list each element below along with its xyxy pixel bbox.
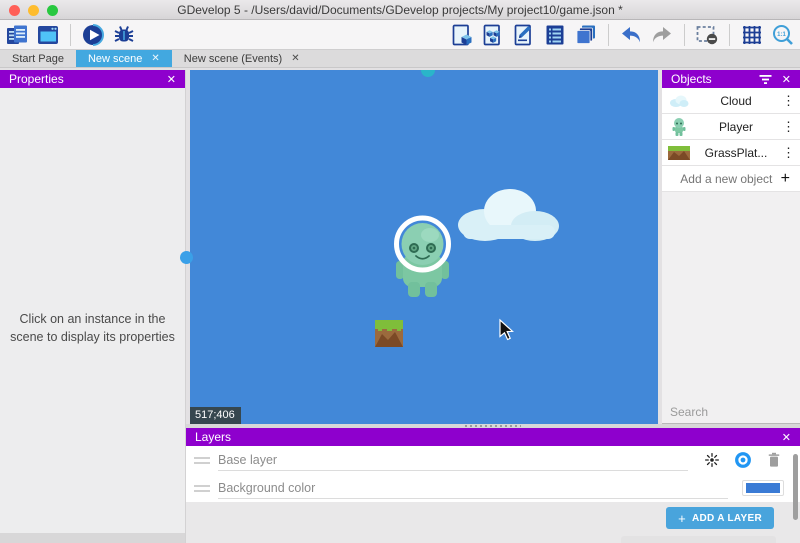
close-icon[interactable]: ✕: [782, 431, 791, 444]
object-menu-icon[interactable]: ⋮: [782, 119, 794, 135]
object-menu-icon[interactable]: ⋮: [782, 93, 794, 109]
plus-icon: +: [635, 540, 643, 543]
layer-visibility-eye-icon[interactable]: [733, 450, 753, 470]
tab-label: New scene (Events): [184, 53, 282, 65]
add-new-object-button[interactable]: Add a new object +: [662, 166, 800, 192]
object-name: Cloud: [690, 94, 782, 108]
layers-editor-icon[interactable]: [574, 23, 598, 47]
redo-icon[interactable]: [650, 23, 674, 47]
mouse-cursor: [500, 320, 513, 340]
toolbar-right-group: 1:1: [450, 23, 795, 47]
objects-editor-icon[interactable]: [450, 23, 474, 47]
add-layer-button[interactable]: + ADD A LAYER: [666, 507, 774, 529]
window-title: GDevelop 5 - /Users/david/Documents/GDev…: [177, 3, 623, 17]
close-tab-icon[interactable]: ✕: [291, 54, 299, 64]
layers-scrollbar[interactable]: [793, 454, 798, 520]
plus-icon: +: [678, 511, 686, 526]
project-manager-icon[interactable]: [5, 23, 29, 47]
scene-render: [190, 70, 658, 424]
object-name: Player: [690, 120, 782, 134]
close-icon[interactable]: ✕: [167, 73, 176, 86]
play-preview-icon[interactable]: [81, 23, 105, 47]
undo-icon[interactable]: [619, 23, 643, 47]
filter-icon[interactable]: [759, 74, 772, 85]
tab-label: Start Page: [12, 53, 64, 65]
properties-panel-header: Properties ✕: [0, 70, 185, 88]
objects-panel-title: Objects: [671, 72, 712, 86]
objects-panel: Objects ✕ Cloud ⋮ Player ⋮: [662, 70, 800, 424]
drag-handle-icon[interactable]: [194, 485, 210, 492]
object-groups-icon[interactable]: [481, 23, 505, 47]
properties-editor-icon[interactable]: [512, 23, 536, 47]
objects-search-input[interactable]: [670, 405, 800, 419]
object-row-grassplatform[interactable]: GrassPlat... ⋮: [662, 140, 800, 166]
main-toolbar: 1:1: [0, 20, 800, 50]
cursor-coordinates-badge: 517;406: [190, 407, 241, 424]
toolbar-left-group: [5, 23, 136, 47]
minimize-window-button[interactable]: [28, 5, 39, 16]
grass-platform-object: [375, 320, 403, 347]
close-tab-icon[interactable]: ✕: [151, 54, 159, 64]
maximize-window-button[interactable]: [47, 5, 58, 16]
drag-handle-icon[interactable]: [194, 457, 210, 464]
add-new-object-label: Add a new object: [672, 172, 781, 186]
grass-platform-thumbnail-icon: [668, 144, 690, 162]
tab-new-scene[interactable]: New scene ✕: [76, 50, 172, 67]
toolbar-separator: [608, 24, 609, 46]
properties-empty-message: Click on an instance in the scene to dis…: [0, 310, 185, 346]
close-window-button[interactable]: [9, 5, 20, 16]
layer-row-background-color: Background color: [186, 474, 800, 502]
zoom-icon[interactable]: 1:1: [771, 23, 795, 47]
layer-name-field[interactable]: Base layer: [218, 449, 688, 471]
layers-panel-title: Layers: [195, 430, 231, 444]
debug-icon[interactable]: [112, 23, 136, 47]
object-row-player[interactable]: Player ⋮: [662, 114, 800, 140]
toolbar-separator: [729, 24, 730, 46]
drag-dots: [465, 425, 521, 427]
svg-text:1:1: 1:1: [777, 31, 786, 37]
scene-canvas[interactable]: 517;406: [190, 70, 658, 424]
panel-resize-handle[interactable]: [180, 251, 193, 264]
cloud-object: [458, 189, 559, 241]
tab-start-page[interactable]: Start Page: [0, 50, 76, 67]
layers-footer: + ADD A LAYER + ADD LIGHTING LAYER: [186, 502, 800, 543]
close-icon[interactable]: ✕: [782, 73, 791, 86]
properties-panel-title: Properties: [9, 72, 64, 86]
editor-tab-bar: Start Page New scene ✕ New scene (Events…: [0, 50, 800, 68]
toolbar-separator: [70, 24, 71, 46]
delete-layer-trash-icon[interactable]: [764, 450, 784, 470]
layer-name-field[interactable]: Background color: [218, 477, 728, 499]
object-row-cloud[interactable]: Cloud ⋮: [662, 88, 800, 114]
tab-new-scene-events[interactable]: New scene (Events) ✕: [172, 50, 312, 67]
start-page-icon[interactable]: [36, 23, 60, 47]
add-layer-label: ADD A LAYER: [692, 513, 762, 524]
properties-panel: Properties ✕ Click on an instance in the…: [0, 70, 186, 543]
toolbar-separator: [684, 24, 685, 46]
layers-panel-header: Layers ✕: [186, 428, 800, 446]
title-bar: GDevelop 5 - /Users/david/Documents/GDev…: [0, 0, 800, 20]
grid-icon[interactable]: [740, 23, 764, 47]
objects-search-bar: [662, 400, 800, 424]
object-name: GrassPlat...: [690, 146, 782, 160]
cloud-thumbnail-icon: [668, 92, 690, 110]
add-lighting-layer-button[interactable]: + ADD LIGHTING LAYER: [621, 536, 776, 543]
background-color-swatch[interactable]: [742, 480, 784, 496]
window-mask-icon[interactable]: [695, 23, 719, 47]
traffic-lights: [9, 5, 58, 16]
objects-panel-header: Objects ✕: [662, 70, 800, 88]
layers-drag-bar[interactable]: [186, 424, 800, 428]
plus-icon: +: [781, 170, 790, 188]
layer-effects-icon[interactable]: [702, 450, 722, 470]
layers-panel: Layers ✕ Base layer: [186, 424, 800, 543]
player-thumbnail-icon: [668, 118, 690, 136]
properties-bottom-strip: [0, 533, 185, 543]
tab-label: New scene: [88, 53, 142, 65]
layer-row-base: Base layer: [186, 446, 800, 474]
object-menu-icon[interactable]: ⋮: [782, 145, 794, 161]
instances-list-icon[interactable]: [543, 23, 567, 47]
